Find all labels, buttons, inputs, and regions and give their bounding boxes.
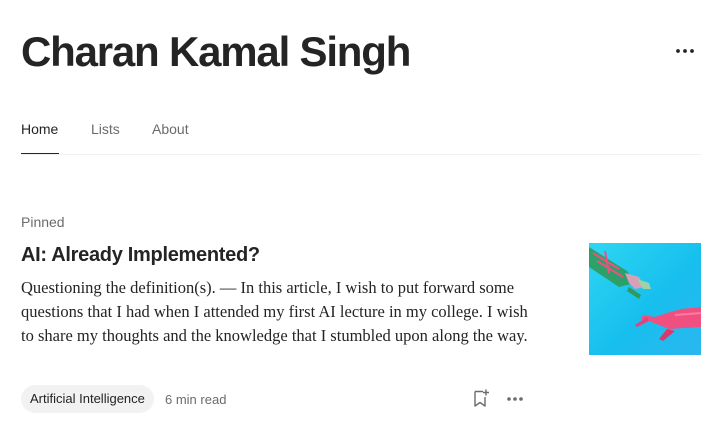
tabs-divider [21,154,701,155]
profile-tabs: Home Lists About [21,0,701,155]
more-horizontal-icon [507,397,523,401]
post-title[interactable]: AI: Already Implemented? [21,242,260,268]
tab-home[interactable]: Home [21,119,58,139]
topic-tag[interactable]: Artificial Intelligence [21,385,154,413]
pinned-label: Pinned [21,214,65,230]
read-time: 6 min read [165,392,227,407]
post-thumbnail[interactable] [589,243,701,355]
tab-about[interactable]: About [152,119,189,139]
tab-lists[interactable]: Lists [91,119,120,139]
robot-hand-reaching-human-hand-image [589,247,701,341]
post-excerpt[interactable]: Questioning the definition(s). — In this… [21,276,529,348]
bookmark-add-icon [474,389,489,407]
post-more-button[interactable] [503,387,527,411]
save-button[interactable] [470,387,492,409]
